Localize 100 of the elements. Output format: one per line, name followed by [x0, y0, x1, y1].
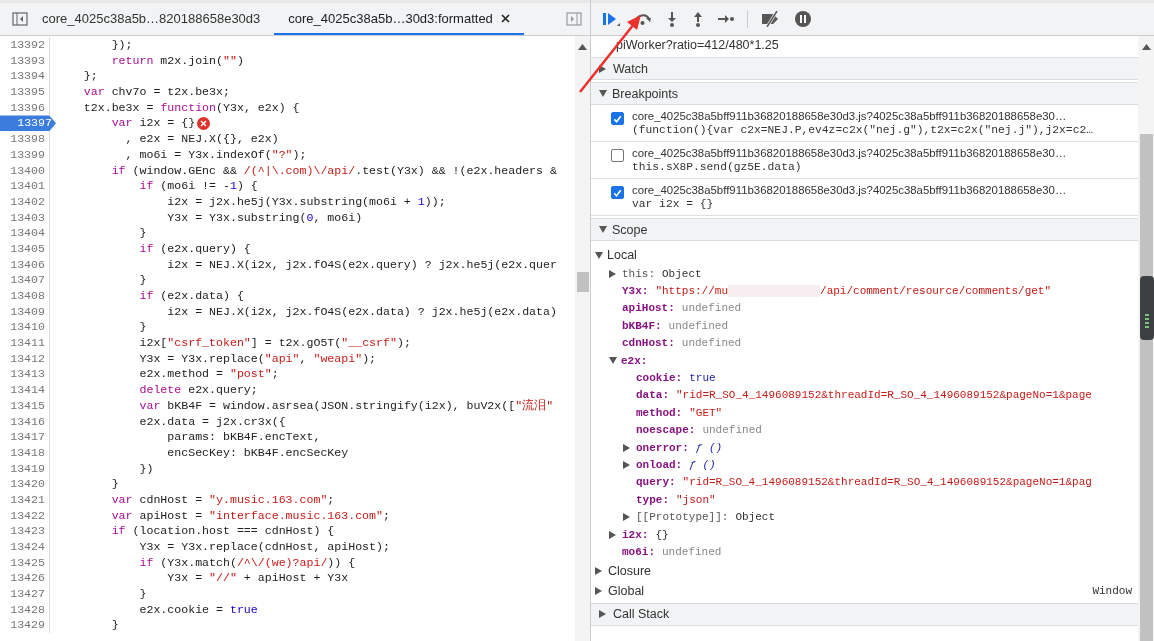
line-number[interactable]: 13425: [0, 554, 50, 571]
line-number[interactable]: 13408: [0, 288, 50, 304]
line-number[interactable]: 13428: [0, 601, 50, 618]
line-number[interactable]: 13423: [0, 523, 50, 539]
line-number[interactable]: 13392: [0, 37, 50, 53]
code-line: Y3x = Y3x.replace("api", "weapi");: [138, 350, 377, 367]
property-name[interactable]: onload:: [636, 459, 683, 471]
line-number[interactable]: 13401: [0, 178, 50, 194]
code-line: return m2x.join(""): [110, 52, 244, 69]
property-name[interactable]: apiHost:: [622, 302, 675, 315]
code-line: var bKB4F = window.asrsea(JSON.stringify(i2x), buV2x(["流泪": [138, 397, 554, 414]
section-header[interactable]: Call Stack: [591, 602, 1138, 626]
property-name[interactable]: onerror:: [636, 441, 689, 454]
line-number[interactable]: 13404: [0, 225, 50, 241]
line-number[interactable]: 13419: [0, 460, 50, 477]
url-text: piWorker?ratio=412/480*1.25: [615, 37, 780, 54]
line-number[interactable]: 13411: [0, 335, 50, 351]
close-icon[interactable]: [500, 13, 510, 23]
line-number[interactable]: 13399: [0, 146, 50, 163]
collapsed-arrow-icon[interactable]: [599, 610, 606, 619]
expanded-arrow-icon[interactable]: [609, 357, 617, 365]
property-name[interactable]: i2x:: [622, 528, 649, 541]
scope-name[interactable]: Closure: [608, 563, 652, 578]
breakpoint-location: core_4025c38a5bff911b36820188658e30d3.js?4025c38a5bff911b36820188658e30…: [632, 147, 1067, 159]
line-number[interactable]: 13426: [0, 570, 50, 587]
property-name[interactable]: noescape:: [636, 424, 696, 437]
code-line: if (mo6i != -1) {: [138, 178, 258, 194]
line-number[interactable]: 13397: [0, 115, 56, 132]
property-name[interactable]: this:: [622, 267, 655, 280]
line-number[interactable]: 13416: [0, 413, 50, 430]
property-name[interactable]: cdnHost:: [622, 337, 675, 350]
line-number[interactable]: 13422: [0, 507, 50, 524]
line-number[interactable]: 13417: [0, 429, 50, 445]
line-number[interactable]: 13414: [0, 382, 50, 398]
scope-name[interactable]: Global: [608, 583, 645, 598]
property-name[interactable]: Y3x:: [622, 285, 649, 298]
code-line: i2x = NEJ.X(i2x, j2x.fO4S(e2x.data) ? j2x.he5j(e2x.data): [166, 303, 557, 320]
line-number[interactable]: 13410: [0, 319, 50, 336]
line-number[interactable]: 13395: [0, 84, 50, 100]
section-header[interactable]: Scope: [591, 218, 1138, 241]
collapsed-arrow-icon[interactable]: [595, 566, 602, 575]
scrollbar-thumb[interactable]: [576, 272, 589, 292]
checkbox[interactable]: [611, 112, 624, 125]
scroll-up-icon[interactable]: [1141, 44, 1151, 50]
property-name[interactable]: method:: [636, 406, 683, 419]
property-name[interactable]: mo6i:: [622, 545, 655, 558]
line-number[interactable]: 13429: [0, 617, 50, 634]
line-number[interactable]: 13393: [0, 52, 50, 69]
collapsed-arrow-icon[interactable]: [623, 461, 630, 469]
collapsed-arrow-icon[interactable]: [609, 269, 616, 278]
expanded-arrow-icon[interactable]: [599, 90, 607, 97]
breakpoint-location: core_4025c38a5bff911b36820188658e30d3.js?4025c38a5bff911b36820188658e30…: [632, 184, 1067, 196]
property-name[interactable]: type:: [636, 493, 669, 506]
section-header[interactable]: Watch: [591, 57, 1138, 80]
panel-toggle-icon[interactable]: [566, 11, 582, 27]
line-number[interactable]: 13406: [0, 256, 50, 273]
property-name[interactable]: cookie:: [636, 372, 683, 385]
collapsed-arrow-icon[interactable]: [623, 443, 630, 452]
breakpoint-code: (function(){var c2x=NEJ.P,ev4z=c2x("nej.g"),t2x=c2x("nej.j"),j2x=c2…: [632, 124, 1093, 136]
line-number[interactable]: 13418: [0, 444, 50, 461]
section-header[interactable]: Breakpoints: [591, 82, 1138, 105]
line-number[interactable]: 13407: [0, 272, 50, 288]
step-out-icon[interactable]: [691, 11, 705, 27]
collapsed-arrow-icon[interactable]: [609, 530, 616, 539]
property-name[interactable]: query:: [636, 476, 676, 489]
line-number[interactable]: 13415: [0, 397, 50, 414]
line-number[interactable]: 13409: [0, 303, 50, 320]
expanded-arrow-icon[interactable]: [595, 251, 603, 259]
checkbox[interactable]: [611, 186, 624, 199]
scroll-up-icon[interactable]: [578, 44, 587, 50]
file-tab[interactable]: core_4025c38a5b…30d3:formatted: [274, 3, 524, 35]
property-name[interactable]: [[Prototype]]:: [636, 511, 729, 524]
checkbox[interactable]: [611, 149, 624, 162]
line-number[interactable]: 13405: [0, 240, 50, 257]
line-number[interactable]: 13400: [0, 162, 50, 179]
property-name[interactable]: bKB4F:: [622, 319, 662, 332]
file-tab[interactable]: core_4025c38a5b…820188658e30d3: [28, 3, 275, 35]
collapsed-arrow-icon[interactable]: [595, 586, 602, 595]
line-number[interactable]: 13420: [0, 476, 50, 492]
line-number[interactable]: 13403: [0, 209, 50, 226]
line-number[interactable]: 13413: [0, 366, 50, 383]
line-number[interactable]: 13424: [0, 539, 50, 555]
resume-icon[interactable]: [601, 11, 621, 27]
collapsed-arrow-icon[interactable]: [599, 64, 606, 73]
line-number[interactable]: 13412: [0, 350, 50, 367]
property-name[interactable]: e2x:: [621, 354, 648, 367]
scope-name[interactable]: Local: [607, 248, 637, 262]
line-number[interactable]: 13402: [0, 193, 50, 210]
property-value: /api/comment/resource/comments/get": [820, 285, 1052, 298]
pause-icon[interactable]: [794, 10, 812, 28]
property-name[interactable]: data:: [636, 389, 669, 402]
line-number[interactable]: 13398: [0, 131, 50, 147]
property-value: "json": [676, 493, 716, 506]
line-number[interactable]: 13421: [0, 491, 50, 508]
line-number[interactable]: 13396: [0, 99, 50, 116]
line-number[interactable]: 13427: [0, 586, 50, 602]
sidebar-toggle-icon[interactable]: [12, 11, 28, 27]
expanded-arrow-icon[interactable]: [599, 226, 607, 233]
line-number[interactable]: 13394: [0, 68, 50, 85]
collapsed-arrow-icon[interactable]: [623, 513, 630, 522]
